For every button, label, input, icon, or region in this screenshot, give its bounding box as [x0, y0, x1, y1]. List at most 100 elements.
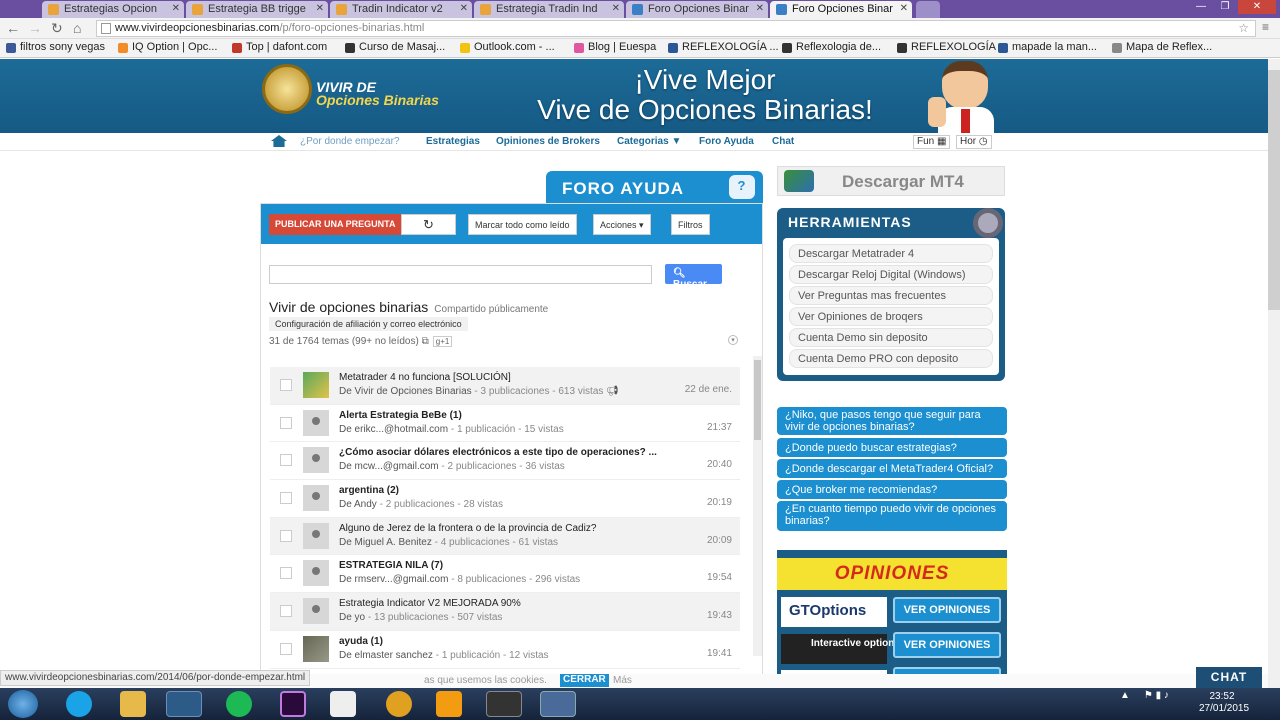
download-mt4-banner[interactable]: Descargar MT4 — [777, 166, 1005, 196]
bookmark-item[interactable]: Blog | Euespa — [574, 41, 656, 53]
star-app-icon[interactable] — [486, 691, 522, 717]
chat-button[interactable]: CHAT — [1196, 667, 1262, 688]
topic-title[interactable]: ¿Cómo asociar dólares electrónicos a est… — [339, 447, 657, 458]
faq-link[interactable]: ¿En cuanto tiempo puedo vivir de opcione… — [777, 501, 1007, 531]
bookmark-item[interactable]: mapade la man... — [998, 41, 1097, 53]
recorder-icon[interactable] — [540, 691, 576, 717]
topic-checkbox[interactable] — [280, 492, 292, 505]
network-icon[interactable]: ▮ — [1156, 690, 1162, 701]
mark-all-read-button[interactable]: Marcar todo como leído — [468, 214, 577, 235]
maximize-button[interactable]: ❐ — [1214, 0, 1236, 14]
view-opinions-button[interactable]: VER OPINIONES — [893, 632, 1001, 658]
close-tab-icon[interactable]: ✕ — [900, 3, 908, 14]
nav-start[interactable]: ¿Por donde empezar? — [300, 136, 400, 147]
bookmark-item[interactable]: Top | dafont.com — [232, 41, 327, 53]
address-bar[interactable]: www.vivirdeopcionesbinarias.com/p/foro-o… — [96, 20, 1256, 37]
nav-help[interactable]: Foro Ayuda — [699, 136, 754, 147]
view-opinions-button[interactable]: VER OPINIONES — [893, 597, 1001, 623]
topic-row[interactable]: ESTRATEGIA NILA (7) De rmserv...@gmail.c… — [270, 555, 740, 594]
gplus-button[interactable]: g+1 — [432, 336, 453, 347]
app-icon[interactable] — [386, 691, 412, 717]
close-tab-icon[interactable]: ✕ — [756, 3, 764, 14]
topic-title[interactable]: Estrategia Indicator V2 MEJORADA 90% — [339, 598, 521, 609]
topic-title[interactable]: ESTRATEGIA NILA (7) — [339, 560, 443, 571]
close-window-button[interactable]: ✕ — [1238, 0, 1276, 14]
filters-button[interactable]: Filtros — [671, 214, 710, 235]
topic-checkbox[interactable] — [280, 642, 292, 655]
forum-search-input[interactable] — [269, 265, 652, 284]
tool-item[interactable]: Ver Preguntas mas frecuentes — [789, 286, 993, 305]
topic-title[interactable]: Metatrader 4 no funciona [SOLUCIÓN] — [339, 372, 511, 383]
refresh-icon[interactable]: ↻ — [401, 214, 456, 235]
publish-question-button[interactable]: PUBLICAR UNA PREGUNTA — [269, 214, 402, 235]
explorer-icon[interactable] — [120, 691, 146, 717]
taskbar-clock[interactable]: 23:52 27/01/2015 — [1199, 691, 1249, 715]
topic-checkbox[interactable] — [280, 529, 292, 542]
topic-checkbox[interactable] — [280, 567, 292, 580]
volume-icon[interactable]: ♪ — [1164, 690, 1169, 701]
more-link[interactable]: Más — [613, 675, 632, 686]
close-tab-icon[interactable]: ✕ — [612, 3, 620, 14]
clock-logo-icon[interactable] — [262, 64, 312, 114]
membership-settings-link[interactable]: Configuración de afiliación y correo ele… — [269, 317, 468, 331]
bookmark-item[interactable]: IQ Option | Opc... — [118, 41, 217, 53]
actions-dropdown[interactable]: Acciones ▾ — [593, 214, 651, 235]
new-tab-button[interactable] — [916, 1, 940, 18]
copy-icon[interactable]: ⧉ — [422, 336, 429, 347]
nav-chat[interactable]: Chat — [772, 136, 794, 147]
forum-search-button[interactable]: 🔍︎ Buscar — [665, 264, 722, 290]
bookmark-item[interactable]: REFLEXOLOGÍA — [897, 41, 996, 53]
fun-button[interactable]: Fun ▦ — [913, 135, 951, 149]
nav-brokers[interactable]: Opiniones de Brokers — [496, 136, 600, 147]
broker-logo-gtoptions[interactable]: GTOptions — [781, 597, 887, 627]
chrome-icon[interactable] — [166, 691, 202, 717]
topic-row[interactable]: ayuda (1) De elmaster sanchez - 1 public… — [270, 631, 740, 669]
tool-item[interactable]: Cuenta Demo sin deposito — [789, 328, 993, 347]
browser-tab[interactable]: Foro Opciones Binar ✕ — [626, 1, 768, 18]
faq-link[interactable]: ¿Que broker me recomiendas? — [777, 480, 1007, 499]
close-tab-icon[interactable]: ✕ — [172, 3, 180, 14]
topic-title[interactable]: Alerta Estrategia BeBe (1) — [339, 410, 462, 421]
browser-tab-active[interactable]: Foro Opciones Binar ✕ — [770, 1, 912, 18]
topic-row[interactable]: Metatrader 4 no funciona [SOLUCIÓN] De V… — [270, 367, 740, 405]
forum-scroll-thumb[interactable] — [754, 360, 761, 440]
topic-title[interactable]: Alguno de Jerez de la frontera o de la p… — [339, 523, 596, 534]
close-cookie-button[interactable]: CERRAR — [560, 674, 609, 687]
topic-row[interactable]: Alguno de Jerez de la frontera o de la p… — [270, 517, 740, 556]
bookmark-item[interactable]: Outlook.com - ... — [460, 41, 555, 53]
bookmark-item[interactable]: Reflexologia de... — [782, 41, 881, 53]
browser-tab[interactable]: Estrategia BB trigge ✕ — [186, 1, 328, 18]
back-arrow-icon[interactable]: ← — [6, 20, 20, 36]
topic-checkbox[interactable] — [280, 454, 292, 467]
home-icon[interactable] — [271, 135, 287, 147]
bookmark-item[interactable]: Curso de Masaj... — [345, 41, 445, 53]
start-button[interactable] — [8, 690, 38, 718]
faq-link[interactable]: ¿Donde descargar el MetaTrader4 Oficial? — [777, 459, 1007, 478]
bookmark-item[interactable]: REFLEXOLOGÍA ... — [668, 41, 779, 53]
bookmark-item[interactable]: filtros sony vegas — [6, 41, 105, 53]
topic-checkbox[interactable] — [280, 416, 292, 429]
topic-row[interactable]: Estrategia Indicator V2 MEJORADA 90% De … — [270, 593, 740, 631]
topic-row[interactable]: Alerta Estrategia BeBe (1) De erikc...@h… — [270, 405, 740, 443]
topic-checkbox[interactable] — [280, 605, 292, 618]
site-logo[interactable]: VIVIR DE Opciones Binarias — [316, 80, 439, 107]
browser-tab[interactable]: Estrategias Opcion ✕ — [42, 1, 184, 18]
tool-item[interactable]: Descargar Reloj Digital (Windows) — [789, 265, 993, 284]
faq-link[interactable]: ¿Donde puedo buscar estrategias? — [777, 438, 1007, 457]
topic-title[interactable]: argentina (2) — [339, 485, 399, 496]
close-tab-icon[interactable]: ✕ — [460, 3, 468, 14]
topic-row[interactable]: ¿Cómo asociar dólares electrónicos a est… — [270, 442, 740, 481]
spotify-icon[interactable] — [226, 691, 252, 717]
bookmark-star-icon[interactable]: ☆ — [1238, 21, 1249, 35]
tool-item[interactable]: Descargar Metatrader 4 — [789, 244, 993, 263]
nav-strategies[interactable]: Estrategias — [426, 136, 480, 147]
reload-icon[interactable]: ↻ — [51, 20, 63, 37]
tool-item[interactable]: Cuenta Demo PRO con deposito — [789, 349, 993, 368]
topic-checkbox[interactable] — [280, 379, 292, 391]
topic-row[interactable]: argentina (2) De Andy - 2 publicaciones … — [270, 480, 740, 518]
topic-title[interactable]: ayuda (1) — [339, 636, 383, 647]
show-hidden-icon[interactable]: ▲ — [1120, 690, 1130, 701]
flag-icon[interactable]: ⚑ — [1144, 690, 1153, 701]
page-scroll-thumb[interactable] — [1268, 70, 1280, 310]
collapse-icon[interactable]: ▾ — [728, 335, 738, 345]
